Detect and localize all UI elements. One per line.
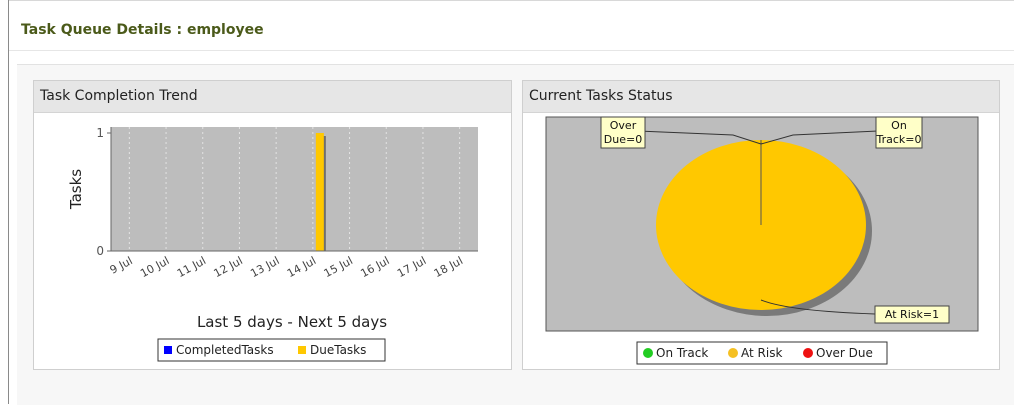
y-axis-label: Tasks [67, 169, 85, 210]
over-due-callout-text: Due=0 [604, 133, 642, 146]
x-tick-label: 11 Jul [175, 254, 208, 280]
x-tick-label: 14 Jul [285, 254, 318, 280]
legend-swatch [298, 346, 306, 354]
legend-label: At Risk [741, 346, 782, 360]
legend-label: DueTasks [310, 343, 366, 357]
current-tasks-status-chart: OverDue=0 OnTrack=0 At Risk=1 On Track At R… [545, 116, 979, 365]
legend-label: Over Due [816, 346, 873, 360]
legend-label: CompletedTasks [176, 343, 274, 357]
legend-dot [728, 348, 738, 358]
status-panel-title: Current Tasks Status [523, 81, 999, 113]
current-tasks-status-panel: Current Tasks Status Over Due=0 On Track=0 A… [522, 80, 1000, 370]
x-tick-label: 13 Jul [248, 254, 281, 280]
bar-duetasks [315, 133, 324, 251]
x-tick-label: 17 Jul [395, 254, 428, 280]
on-track-callout-text: On [891, 119, 907, 132]
header-divider [9, 50, 1014, 51]
page-title: Task Queue Details : employee [21, 22, 264, 38]
x-axis-label: Last 5 days - Next 5 days [197, 313, 387, 331]
legend-dot [803, 348, 813, 358]
y-tick-label: 0 [96, 244, 104, 258]
x-tick-label: 10 Jul [138, 254, 171, 280]
x-tick-label: 9 Jul [108, 254, 135, 277]
task-completion-trend-panel: Task Completion Trend 0 1 9 Jul 10 Jul 11 J… [33, 80, 512, 370]
window-left-border [8, 0, 9, 404]
x-tick-label: 12 Jul [212, 254, 245, 280]
legend-dot [643, 348, 653, 358]
x-tick-label: 16 Jul [358, 254, 391, 280]
at-risk-callout-text: At Risk=1 [885, 308, 939, 321]
x-tick-label: 18 Jul [432, 254, 465, 280]
on-track-callout-text: Track=0 [876, 133, 922, 146]
pie-legend: On Track At Risk Over Due [636, 341, 888, 365]
legend-label: On Track [656, 346, 708, 360]
x-tick-label: 15 Jul [322, 254, 355, 280]
trend-legend: CompletedTasks DueTasks [157, 338, 386, 362]
over-due-callout-text: Over [610, 119, 637, 132]
legend-swatch [164, 346, 172, 354]
trend-panel-title: Task Completion Trend [34, 81, 511, 113]
task-completion-trend-chart: 0 1 9 Jul 10 Jul 11 Jul 12 Jul 13 Jul 14 Jul 15… [67, 126, 478, 362]
y-tick-label: 1 [96, 126, 104, 140]
